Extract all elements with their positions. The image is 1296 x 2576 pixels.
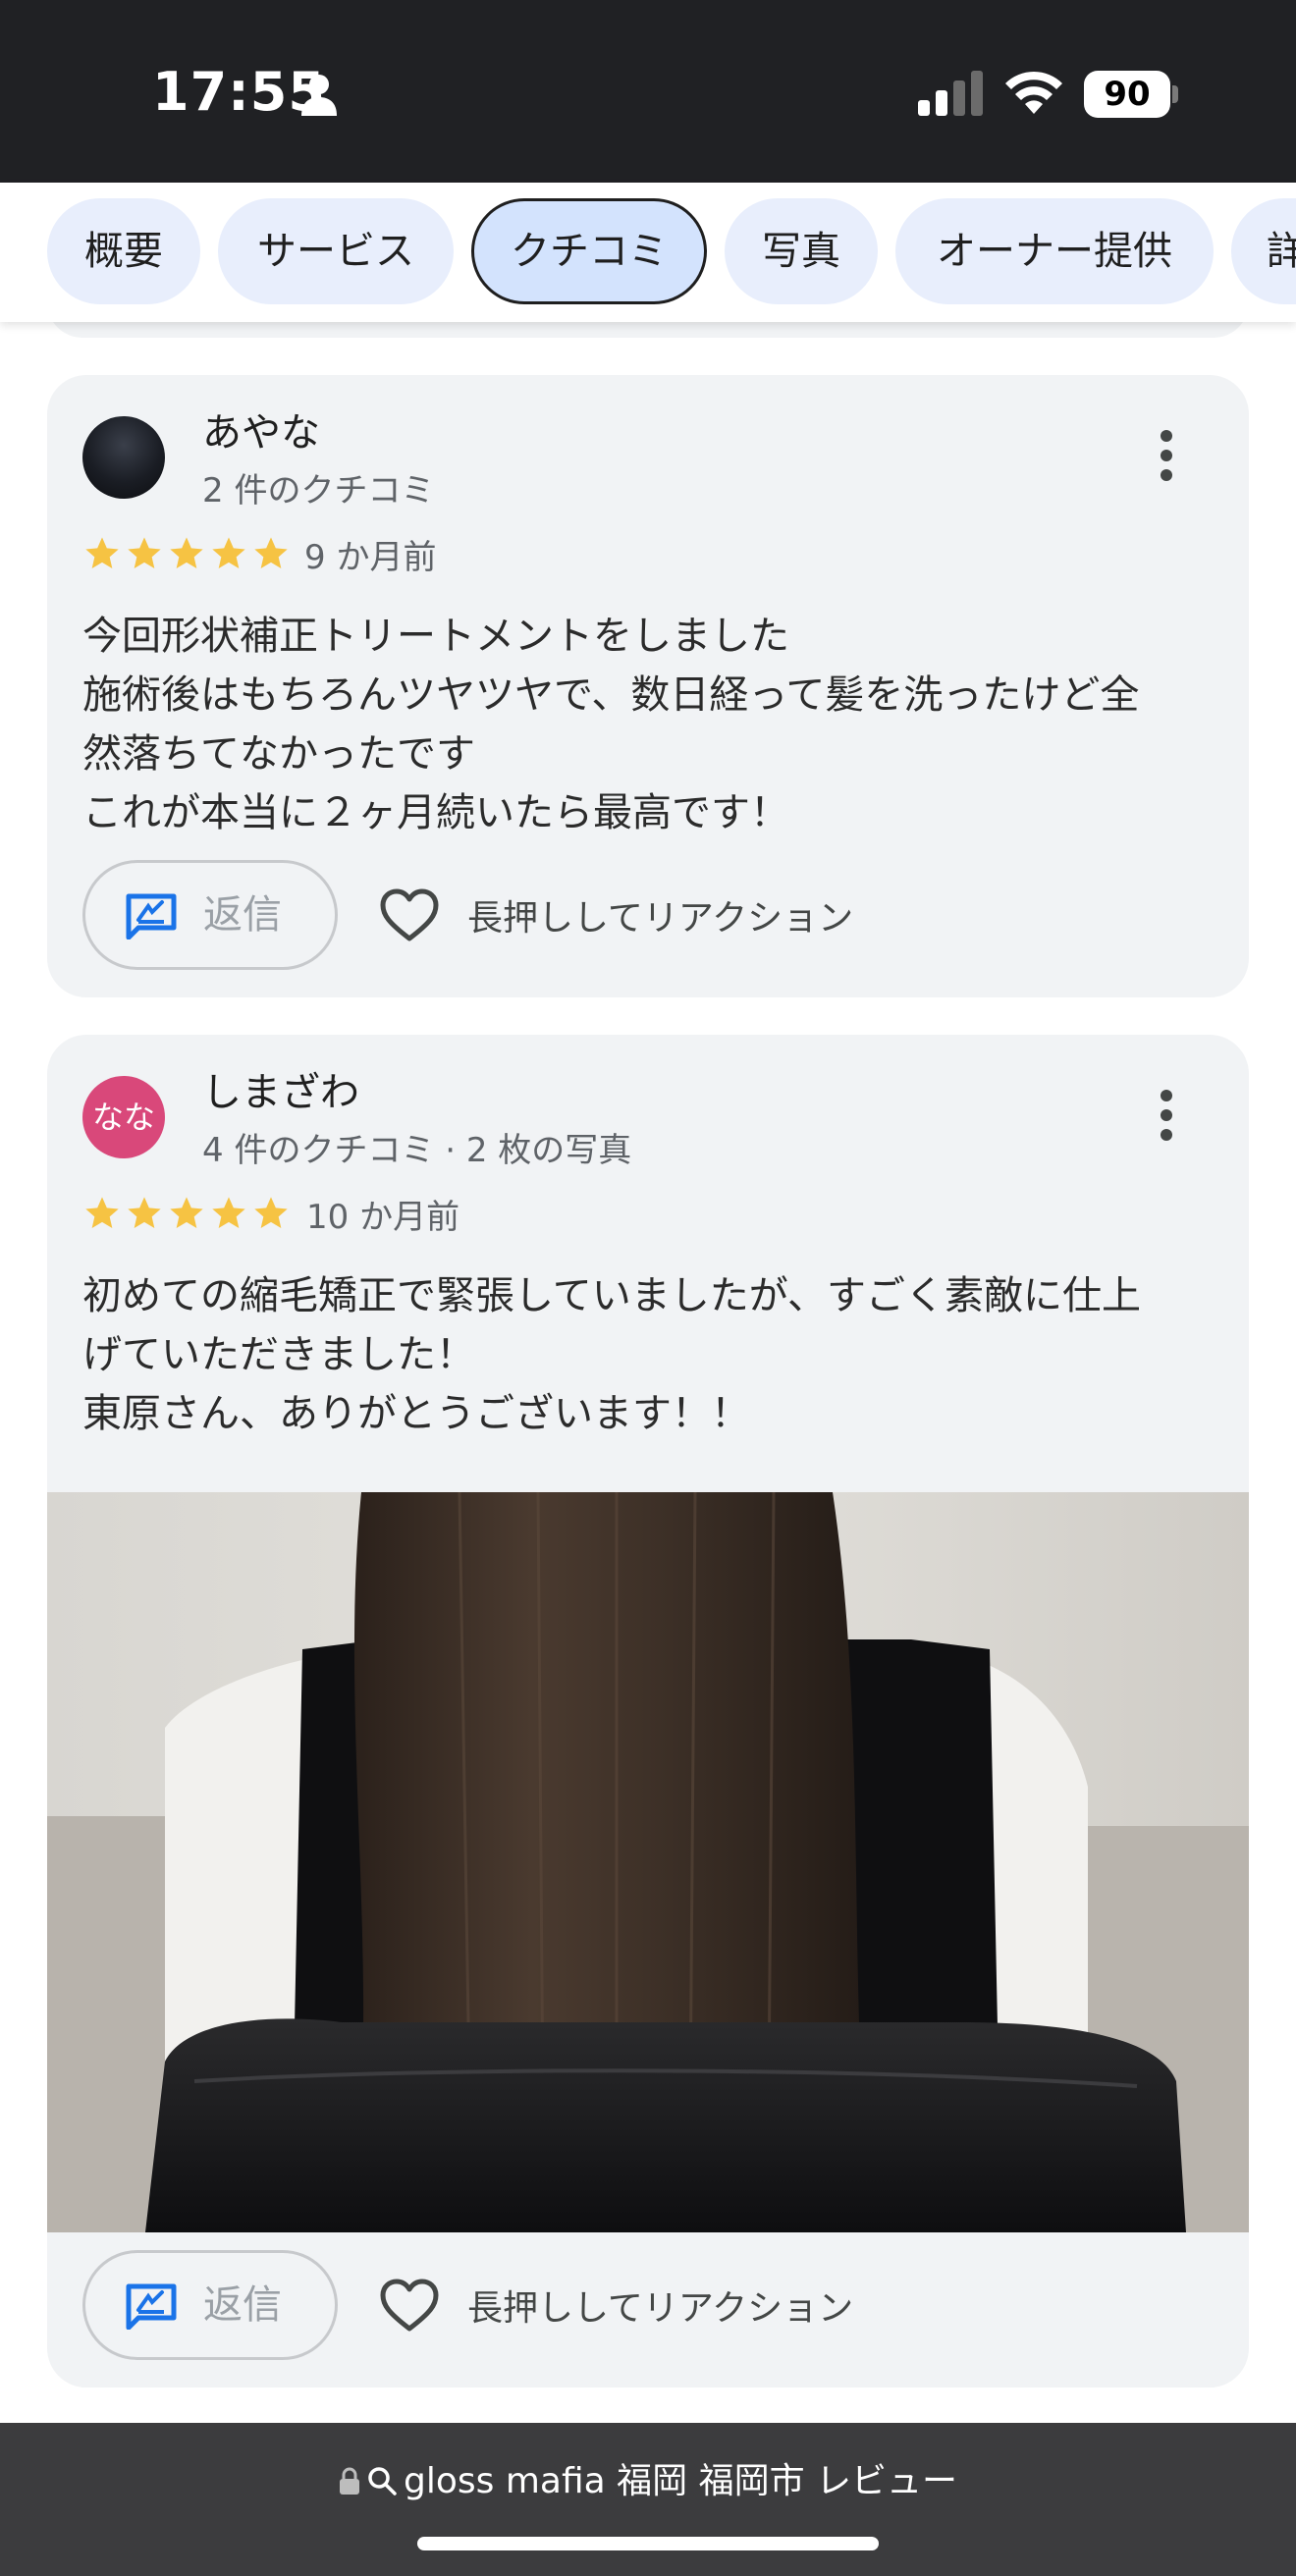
heart-icon[interactable] xyxy=(379,887,440,942)
review-text-line: 施術後はもちろんツヤツヤで、数日経って髪を洗ったけど全 xyxy=(82,672,1140,718)
more-options-icon[interactable] xyxy=(1147,1086,1186,1145)
star-rating xyxy=(82,1194,291,1233)
star-icon xyxy=(254,537,288,568)
battery-indicator: 90 xyxy=(1084,71,1178,118)
review-text-line: げていただきました！ xyxy=(82,1332,475,1377)
review-text-line: これが本当に２ヶ月続いたら最高です！ xyxy=(82,790,789,835)
battery-level: 90 xyxy=(1084,71,1170,118)
star-icon xyxy=(212,1197,245,1228)
review-date: 10 か月前 xyxy=(306,1198,460,1237)
search-icon xyxy=(368,2467,397,2496)
reviewer-review-count: 2 件のクチコミ xyxy=(202,471,435,510)
star-rating xyxy=(82,534,291,573)
tab-owner-provided[interactable]: オーナー提供 xyxy=(895,198,1214,304)
battery-tip xyxy=(1172,85,1178,103)
reviewer-review-count: 4 件のクチコミ · 2 枚の写真 xyxy=(202,1131,632,1170)
review-text-line: 今回形状補正トリートメントをしました xyxy=(82,614,789,659)
star-icon xyxy=(170,1197,203,1228)
reaction-hint[interactable]: 長押ししてリアクション xyxy=(467,2280,853,2331)
reply-button[interactable]: 返信 xyxy=(82,860,338,970)
status-bar: 17:55 90 xyxy=(0,0,1296,183)
tab-details[interactable]: 詳 xyxy=(1231,198,1296,304)
avatar[interactable] xyxy=(82,416,165,499)
review-photo-image xyxy=(47,1492,1249,2232)
tab-services[interactable]: サービス xyxy=(218,198,454,304)
reviewer-name[interactable]: あやな xyxy=(202,401,320,457)
review-text-line: 東原さん、ありがとうございます！！ xyxy=(82,1391,750,1436)
review-text-line: 然落ちてなかったです xyxy=(82,731,475,777)
review-card: あやな 2 件のクチコミ 9 か月前 今回形状補正トリートメントをしました 施術… xyxy=(47,375,1249,997)
review-text-line: 初めての縮毛矯正で緊張していましたが、すごく素敵に仕上 xyxy=(82,1273,1141,1318)
reply-icon xyxy=(126,2283,177,2330)
home-indicator[interactable] xyxy=(417,2537,879,2550)
heart-icon[interactable] xyxy=(379,2278,440,2333)
star-icon xyxy=(128,537,161,568)
more-options-icon[interactable] xyxy=(1147,426,1186,485)
reply-label: 返信 xyxy=(203,892,282,938)
reply-icon xyxy=(126,893,177,939)
star-icon xyxy=(254,1197,288,1228)
browser-url-bar[interactable]: gloss mafia 福岡 福岡市 レビュー xyxy=(0,2423,1296,2576)
star-icon xyxy=(85,1197,119,1228)
avatar[interactable]: なな xyxy=(82,1076,165,1158)
star-icon xyxy=(128,1197,161,1228)
star-icon xyxy=(170,537,203,568)
person-icon xyxy=(301,75,337,116)
review-text: 初めての縮毛矯正で緊張していましたが、すごく素敵に仕上 げていただきました！ 東… xyxy=(82,1266,1221,1443)
review-date: 9 か月前 xyxy=(304,538,437,577)
reaction-hint[interactable]: 長押ししてリアクション xyxy=(467,889,853,940)
url-text: gloss mafia 福岡 福岡市 レビュー xyxy=(403,2461,958,2501)
star-icon xyxy=(85,537,119,568)
star-icon xyxy=(212,537,245,568)
wifi-icon xyxy=(1005,71,1062,114)
reply-button[interactable]: 返信 xyxy=(82,2250,338,2360)
reviewer-name[interactable]: しまざわ xyxy=(202,1060,359,1117)
tab-bar: 概要 サービス クチコミ 写真 オーナー提供 詳 xyxy=(0,183,1296,322)
cellular-signal-icon xyxy=(918,71,983,116)
tab-overview[interactable]: 概要 xyxy=(47,198,200,304)
lock-icon xyxy=(339,2467,359,2495)
reply-label: 返信 xyxy=(203,2282,282,2328)
tab-photos[interactable]: 写真 xyxy=(725,198,878,304)
review-photo[interactable] xyxy=(47,1492,1249,2232)
review-card: なな しまざわ 4 件のクチコミ · 2 枚の写真 10 か月前 初めての縮毛矯… xyxy=(47,1035,1249,2388)
url-display[interactable]: gloss mafia 福岡 福岡市 レビュー xyxy=(0,2452,1296,2503)
tab-reviews[interactable]: クチコミ xyxy=(471,198,707,304)
review-text: 今回形状補正トリートメントをしました 施術後はもちろんツヤツヤで、数日経って髪を… xyxy=(82,607,1221,842)
